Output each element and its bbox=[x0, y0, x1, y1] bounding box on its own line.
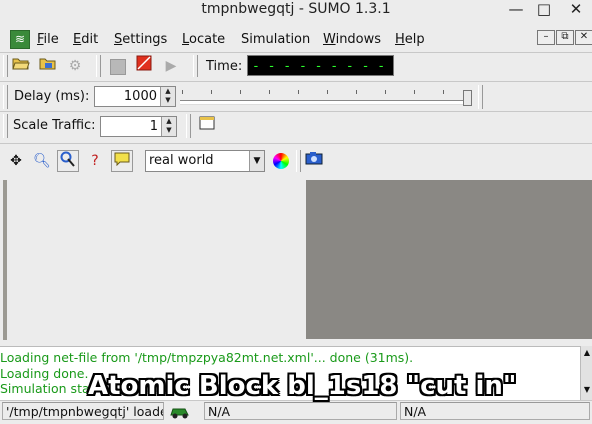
delay-label: Delay (ms): bbox=[14, 89, 90, 104]
sumo-app-icon[interactable]: ≋ bbox=[10, 30, 30, 49]
overlay-caption: Atomic Block bl_1s18 "cut in" bbox=[88, 371, 517, 401]
recenter-view-icon[interactable]: ✥ bbox=[5, 150, 27, 172]
view-panel bbox=[0, 180, 306, 340]
open-network-icon[interactable] bbox=[37, 55, 59, 77]
time-display: - - - - - - - - - - - - - - bbox=[247, 55, 394, 76]
window-icon[interactable] bbox=[196, 115, 218, 137]
open-folder-icon[interactable] bbox=[10, 55, 32, 77]
separator bbox=[0, 143, 592, 144]
spinner-arrows[interactable]: ▲ ▼ bbox=[161, 117, 176, 136]
slider-tick bbox=[298, 90, 299, 94]
slider-tick bbox=[240, 90, 241, 94]
locate-icon[interactable]: ? bbox=[84, 150, 106, 172]
message-scrollbar[interactable]: ▲ ▼ bbox=[580, 346, 592, 400]
time-label: Time: bbox=[206, 59, 243, 74]
toolbar-grip[interactable] bbox=[3, 114, 8, 138]
menu-settings[interactable]: Settings bbox=[114, 32, 167, 47]
menu-file[interactable]: File bbox=[37, 32, 59, 47]
toolbar-grip[interactable] bbox=[3, 55, 8, 77]
car-icon bbox=[168, 404, 192, 420]
simulation-canvas[interactable] bbox=[306, 180, 592, 339]
color-wheel-icon[interactable] bbox=[270, 150, 292, 172]
scale-traffic-label: Scale Traffic: bbox=[13, 118, 96, 133]
select-icon[interactable] bbox=[57, 150, 79, 172]
message-line: Loading done. bbox=[0, 366, 89, 381]
mdi-minimize-button[interactable]: – bbox=[537, 30, 555, 45]
message-line: Loading net-file from '/tmp/tmpzpya82mt.… bbox=[0, 350, 414, 365]
menu-locate[interactable]: Locate bbox=[182, 32, 225, 47]
step-icon[interactable]: ▶ bbox=[160, 55, 182, 77]
slider-tick bbox=[182, 90, 183, 94]
separator bbox=[0, 52, 592, 53]
scroll-up-icon[interactable]: ▲ bbox=[581, 348, 592, 357]
delay-slider-thumb[interactable] bbox=[463, 90, 472, 106]
slider-tick bbox=[385, 90, 386, 94]
scale-traffic-spinner[interactable]: 1 ▲ ▼ bbox=[100, 116, 177, 137]
minimize-window-button[interactable]: — bbox=[506, 0, 526, 18]
menu-help[interactable]: Help bbox=[395, 32, 425, 47]
slider-tick bbox=[211, 90, 212, 94]
run-icon[interactable] bbox=[106, 55, 128, 77]
tooltip-icon[interactable] bbox=[111, 150, 133, 172]
toolbar-grip[interactable] bbox=[478, 85, 483, 109]
maximize-window-button[interactable]: □ bbox=[534, 0, 554, 18]
color-scheme-select[interactable]: real world ▼ bbox=[145, 150, 265, 172]
mdi-close-button[interactable]: ✕ bbox=[575, 30, 592, 45]
delay-spinner[interactable]: 1000 ▲ ▼ bbox=[94, 86, 176, 107]
status-coord-2: N/A bbox=[400, 402, 590, 420]
toolbar-grip[interactable] bbox=[193, 55, 198, 77]
delay-value[interactable]: 1000 bbox=[124, 89, 157, 104]
separator bbox=[0, 111, 592, 112]
menu-simulation[interactable]: Simulation bbox=[241, 32, 310, 47]
slider-tick bbox=[269, 90, 270, 94]
toolbar-grip[interactable] bbox=[296, 150, 301, 172]
status-message: '/tmp/tmpnbwegqtj' loade bbox=[2, 402, 164, 420]
separator bbox=[0, 81, 592, 82]
toolbar-grip[interactable] bbox=[3, 85, 8, 109]
view-splitter[interactable] bbox=[3, 180, 7, 340]
menu-edit[interactable]: Edit bbox=[73, 32, 98, 47]
camera-icon[interactable] bbox=[303, 150, 325, 172]
toolbar-grip[interactable] bbox=[96, 55, 101, 77]
slider-tick bbox=[443, 90, 444, 94]
mdi-restore-button[interactable]: ⧉ bbox=[556, 30, 574, 45]
spinner-arrows[interactable]: ▲ ▼ bbox=[160, 87, 175, 106]
toolbar-grip[interactable] bbox=[186, 114, 191, 138]
scale-traffic-value[interactable]: 1 bbox=[150, 119, 158, 134]
message-line: Simulation sta bbox=[0, 381, 90, 396]
zoom-icon[interactable]: 🔍︎ bbox=[31, 150, 53, 172]
slider-tick bbox=[327, 90, 328, 94]
window-title: tmpnbwegqtj - SUMO 1.3.1 bbox=[201, 1, 391, 17]
slider-tick bbox=[414, 90, 415, 94]
scroll-down-icon[interactable]: ▼ bbox=[581, 385, 592, 394]
stop-icon[interactable] bbox=[133, 55, 155, 77]
color-scheme-value: real world bbox=[149, 153, 214, 168]
status-coord-1: N/A bbox=[204, 402, 397, 420]
chevron-down-icon[interactable]: ▼ bbox=[249, 151, 264, 171]
close-window-button[interactable]: ✕ bbox=[566, 0, 586, 18]
slider-tick bbox=[356, 90, 357, 94]
reload-icon[interactable]: ⚙ bbox=[64, 55, 86, 77]
delay-slider-track[interactable] bbox=[180, 100, 472, 105]
menu-windows[interactable]: Windows bbox=[323, 32, 381, 47]
